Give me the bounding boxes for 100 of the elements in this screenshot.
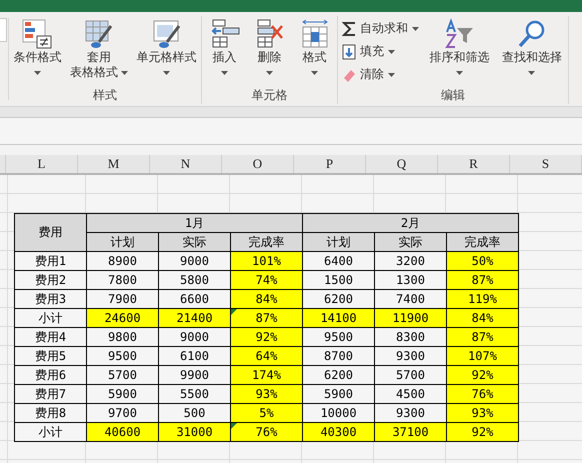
table-cell: 5700	[86, 366, 158, 384]
table-cell: 50%	[446, 252, 518, 270]
table-cell: 500	[158, 404, 230, 422]
table-brush-icon	[82, 18, 115, 50]
table-cell: 费用6	[14, 366, 86, 384]
column-header[interactable]: L	[6, 155, 78, 173]
ribbon-button[interactable]: 单元格样式	[134, 18, 199, 80]
column-header[interactable]: M	[78, 155, 150, 173]
table-cell: 5700	[374, 366, 446, 384]
ribbon-button[interactable]: 插入	[206, 18, 242, 80]
column-header[interactable]: Q	[366, 155, 438, 173]
table-cell: 3200	[374, 252, 446, 270]
table-cell: 64%	[230, 346, 302, 366]
table-cell: 101%	[230, 252, 302, 270]
table-cell: 40300	[302, 422, 374, 442]
table-cell: 7800	[86, 270, 158, 290]
table-cell: 93%	[230, 384, 302, 404]
table-cell: 9300	[374, 346, 446, 366]
table-cell: 174%	[230, 366, 302, 384]
table-cell: 24600	[86, 308, 158, 328]
fill-down-icon	[342, 44, 356, 60]
table-cell: 9500	[86, 346, 158, 366]
table-cell: 5900	[302, 384, 374, 404]
table-cell: 84%	[446, 308, 518, 328]
table-cell: 6600	[158, 290, 230, 308]
table-cell: 31000	[158, 422, 230, 442]
table-cell: 21400	[158, 308, 230, 328]
table-cell: 74%	[230, 270, 302, 290]
table-cell: 93%	[446, 404, 518, 422]
table-cell: 92%	[446, 366, 518, 384]
table-cell: 小计	[14, 422, 86, 442]
table-cell: 9900	[158, 366, 230, 384]
ribbon-button[interactable]: 查找和选择	[500, 18, 564, 80]
table-cell: 87%	[446, 328, 518, 346]
table-cell: 费用5	[14, 346, 86, 366]
ribbon-button[interactable]: 排序和筛选	[427, 18, 492, 80]
ribbon-button[interactable]: 条件格式	[11, 18, 64, 80]
table-cell: 7900	[86, 290, 158, 308]
ribbon-button[interactable]: 填充	[342, 42, 420, 61]
table-cell: 87%	[446, 270, 518, 290]
table-cell: 4500	[374, 384, 446, 404]
table-cell: 6200	[302, 290, 374, 308]
table-cell: 119%	[446, 290, 518, 308]
table-cell: 费用8	[14, 404, 86, 422]
sigma-icon	[342, 20, 356, 36]
table-header: 实际	[158, 232, 230, 252]
column-header[interactable]: P	[294, 155, 366, 173]
dropdown-field[interactable]	[0, 18, 7, 42]
table-cell: 9300	[374, 404, 446, 422]
group-label: 样式	[93, 87, 117, 104]
ribbon-button[interactable]: 删除	[252, 18, 288, 80]
table-cell: 费用1	[14, 252, 86, 270]
group-label: 单元格	[252, 87, 288, 104]
table-cell: 1500	[302, 270, 374, 290]
table-cell: 6100	[158, 346, 230, 366]
conditional-format-icon	[21, 18, 54, 50]
table-cell: 84%	[230, 290, 302, 308]
table-cell: 14100	[302, 308, 374, 328]
table-cell: 1300	[374, 270, 446, 290]
table-cell: 小计	[14, 308, 86, 328]
ribbon-button[interactable]: 套用 表格格式	[68, 18, 130, 80]
column-header[interactable]: S	[510, 155, 582, 173]
table-header: 2月	[302, 214, 518, 232]
table-header: 计划	[302, 232, 374, 252]
table-cell: 92%	[446, 422, 518, 442]
table-cell: 8300	[374, 328, 446, 346]
ribbon-button[interactable]: 格式	[296, 18, 332, 80]
table-cell: 费用2	[14, 270, 86, 290]
table-cell: 6200	[302, 366, 374, 384]
table-header: 完成率	[230, 232, 302, 252]
column-header[interactable]: O	[222, 155, 294, 173]
table-cell: 费用3	[14, 290, 86, 308]
table-cell: 40600	[86, 422, 158, 442]
table-cell: 87%	[230, 308, 302, 328]
table-header: 费用	[14, 214, 86, 252]
table-cell: 92%	[230, 328, 302, 346]
table-cell: 11900	[374, 308, 446, 328]
table-cell: 5800	[158, 270, 230, 290]
table-cell: 9000	[158, 252, 230, 270]
table-cell: 5500	[158, 384, 230, 404]
table-cell: 5900	[86, 384, 158, 404]
table-cell: 5%	[230, 404, 302, 422]
table-cell: 76%	[230, 422, 302, 442]
table-header: 计划	[86, 232, 158, 252]
group-label: 编辑	[441, 87, 465, 104]
ribbon-button[interactable]: 清除	[342, 65, 420, 84]
ribbon-button[interactable]: 自动求和	[342, 19, 420, 38]
column-header[interactable]: R	[438, 155, 510, 173]
table-cell: 7400	[374, 290, 446, 308]
table-cell: 8700	[302, 346, 374, 366]
table-cell: 9800	[86, 328, 158, 346]
table-cell: 9500	[302, 328, 374, 346]
table-cell: 37100	[374, 422, 446, 442]
column-header[interactable]: N	[150, 155, 222, 173]
table-header: 1月	[86, 214, 302, 232]
table-cell: 8900	[86, 252, 158, 270]
table-header: 完成率	[446, 232, 518, 252]
table-cell: 107%	[446, 346, 518, 366]
cell-brush-icon	[150, 18, 183, 50]
table-cell: 费用4	[14, 328, 86, 346]
